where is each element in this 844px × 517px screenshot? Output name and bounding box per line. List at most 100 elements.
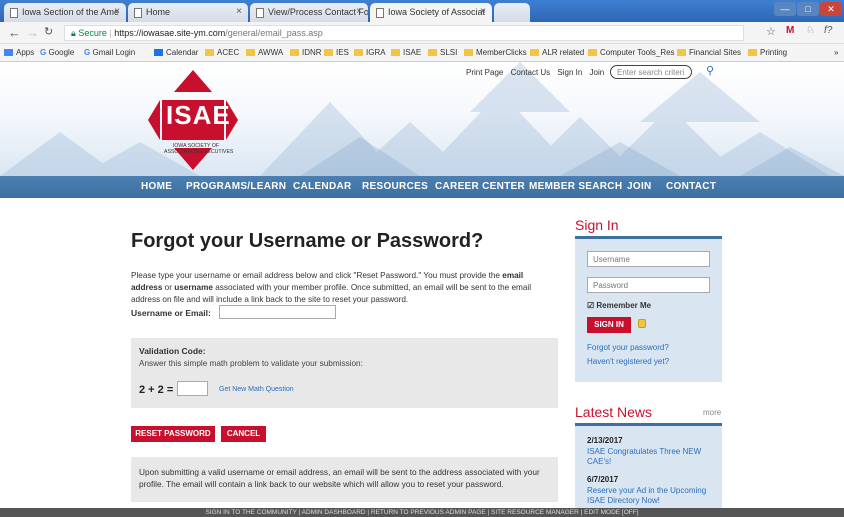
main-content: Forgot your Username or Password? Please… (0, 198, 844, 508)
folder-icon (748, 49, 757, 56)
folder-icon (205, 49, 214, 56)
bookmark-folder[interactable]: ISAE (391, 48, 421, 57)
close-window-button[interactable]: ✕ (820, 2, 842, 16)
news-more-link[interactable]: more (703, 408, 721, 417)
nav-calendar[interactable]: CALENDAR (293, 181, 352, 192)
tab-title: Iowa Section of the Ame (22, 7, 120, 17)
sign-in-button[interactable]: SIGN IN (587, 317, 631, 333)
browser-tab[interactable]: View/Process Contact Fo × (250, 3, 368, 22)
username-email-label: Username or Email: (131, 308, 211, 318)
url-field[interactable]: 🔒︎ Secure | https://iowasae.site-ym.com/… (64, 25, 744, 41)
news-date: 6/7/2017 (587, 475, 619, 484)
close-icon[interactable]: × (356, 6, 362, 17)
bookmark-google[interactable]: G Google (40, 48, 74, 57)
main-navigation: HOME PROGRAMS/LEARN CALENDAR RESOURCES C… (0, 176, 844, 198)
formula-extension-icon[interactable]: f? (824, 25, 832, 36)
folder-icon (354, 49, 363, 56)
bookmark-folder[interactable]: MemberClicks (464, 48, 527, 57)
forgot-password-link[interactable]: Forgot your password? (587, 343, 669, 352)
sidebar-password-input[interactable]: Password (587, 277, 710, 293)
reset-password-button[interactable]: RESET PASSWORD (131, 426, 215, 442)
folder-icon (428, 49, 437, 56)
bookmark-folder[interactable]: ALR related (530, 48, 584, 57)
nav-member-search[interactable]: MEMBER SEARCH (529, 181, 622, 192)
register-link[interactable]: Haven't registered yet? (587, 357, 669, 366)
sign-in-panel: Username Password ☑ Remember Me SIGN IN … (575, 236, 722, 382)
lock-icon: 🔒︎ (71, 28, 76, 38)
nav-resources[interactable]: RESOURCES (362, 181, 428, 192)
search-icon[interactable]: ⚲ (706, 64, 714, 77)
bookmark-apps[interactable]: Apps (4, 48, 34, 57)
gmail-extension-icon[interactable]: M (786, 25, 794, 36)
validation-title: Validation Code: (139, 346, 206, 356)
sign-in-link[interactable]: Sign In (557, 68, 582, 77)
folder-icon (464, 49, 473, 56)
nav-career-center[interactable]: CAREER CENTER (435, 181, 525, 192)
bookmark-calendar[interactable]: Calendar (154, 48, 198, 57)
bookmark-folder[interactable]: IES (324, 48, 349, 57)
news-item-link[interactable]: Reserve your Ad in the Upcoming ISAE Dir… (587, 486, 715, 506)
extension-icon[interactable]: ♘ (806, 25, 815, 36)
folder-icon (391, 49, 400, 56)
bookmark-folder[interactable]: IGRA (354, 48, 386, 57)
intro-text: Please type your username or email addre… (131, 271, 532, 304)
username-email-input[interactable] (219, 305, 336, 319)
logo-subtitle: IOWA SOCIETY OF ASSOCIATION EXECUTIVES (164, 143, 234, 155)
apps-icon (4, 49, 13, 56)
nav-join[interactable]: JOIN (627, 181, 652, 192)
back-icon[interactable]: ← (8, 25, 21, 40)
search-input[interactable]: Enter search criteri (610, 65, 692, 79)
site-header: ISAE IOWA SOCIETY OF ASSOCIATION EXECUTIV… (0, 62, 844, 176)
bookmark-folder[interactable]: AWWA (246, 48, 283, 57)
remember-me-label: Remember Me (596, 301, 652, 310)
nav-programs-learn[interactable]: PROGRAMS/LEARN (186, 181, 286, 192)
nav-contact[interactable]: CONTACT (666, 181, 716, 192)
tab-title: Iowa Society of Associat (388, 7, 486, 17)
print-page-link[interactable]: Print Page (466, 68, 503, 77)
new-math-question-link[interactable]: Get New Math Question (219, 386, 294, 393)
contact-us-link[interactable]: Contact Us (511, 68, 551, 77)
minimize-button[interactable]: — (774, 2, 796, 16)
admin-footer-bar[interactable]: SIGN IN TO THE COMMUNITY | ADMIN DASHBOA… (0, 508, 844, 517)
sign-in-heading: Sign In (575, 217, 619, 233)
forward-icon[interactable]: → (26, 25, 39, 40)
browser-tab[interactable]: Home × (128, 3, 248, 22)
close-icon[interactable]: × (480, 6, 486, 17)
maximize-button[interactable]: □ (797, 2, 819, 16)
validation-instructions: Answer this simple math problem to valid… (139, 359, 363, 368)
bookmark-folder[interactable]: Financial Sites (677, 48, 741, 57)
remember-me-checkbox[interactable]: ☑ Remember Me (587, 301, 651, 310)
bookmark-folder[interactable]: ACEC (205, 48, 239, 57)
isae-logo[interactable]: ISAE IOWA SOCIETY OF ASSOCIATION EXECUTIV… (148, 70, 238, 170)
bookmark-folder[interactable]: SLSI (428, 48, 457, 57)
cancel-button[interactable]: CANCEL (221, 426, 266, 442)
page-icon (134, 8, 142, 18)
page-title: Forgot your Username or Password? (131, 230, 484, 252)
bookmark-folder[interactable]: Computer Tools_Res (588, 48, 675, 57)
close-icon[interactable]: × (236, 6, 242, 17)
new-tab-button[interactable] (494, 3, 530, 22)
bookmark-gmail[interactable]: G Gmail Login (84, 48, 135, 57)
news-panel: 2/13/2017 ISAE Congratulates Three NEW C… (575, 423, 722, 508)
news-item-link[interactable]: ISAE Congratulates Three NEW CAE's! (587, 447, 715, 467)
page-icon (10, 8, 18, 18)
close-icon[interactable]: × (114, 6, 120, 17)
nav-home[interactable]: HOME (141, 181, 172, 192)
bookmark-folder[interactable]: Printing (748, 48, 787, 57)
reload-icon[interactable]: ↻ (44, 25, 53, 38)
lock-icon (638, 319, 646, 328)
secure-label: Secure (78, 28, 107, 38)
star-icon[interactable]: ☆ (766, 25, 776, 38)
sidebar-username-input[interactable]: Username (587, 251, 710, 267)
browser-tab[interactable]: Iowa Section of the Ame × (4, 3, 126, 22)
more-bookmarks-icon[interactable]: » (834, 48, 838, 57)
folder-icon (290, 49, 299, 56)
bookmark-folder[interactable]: IDNR (290, 48, 322, 57)
address-bar-row: ← → ↻ 🔒︎ Secure | https://iowasae.site-y… (0, 22, 844, 44)
join-link[interactable]: Join (590, 68, 605, 77)
browser-tab-active[interactable]: Iowa Society of Associat × (370, 3, 492, 22)
validation-panel: Validation Code: Answer this simple math… (131, 338, 558, 408)
header-decoration (0, 62, 844, 176)
folder-icon (324, 49, 333, 56)
math-answer-input[interactable] (177, 381, 208, 396)
